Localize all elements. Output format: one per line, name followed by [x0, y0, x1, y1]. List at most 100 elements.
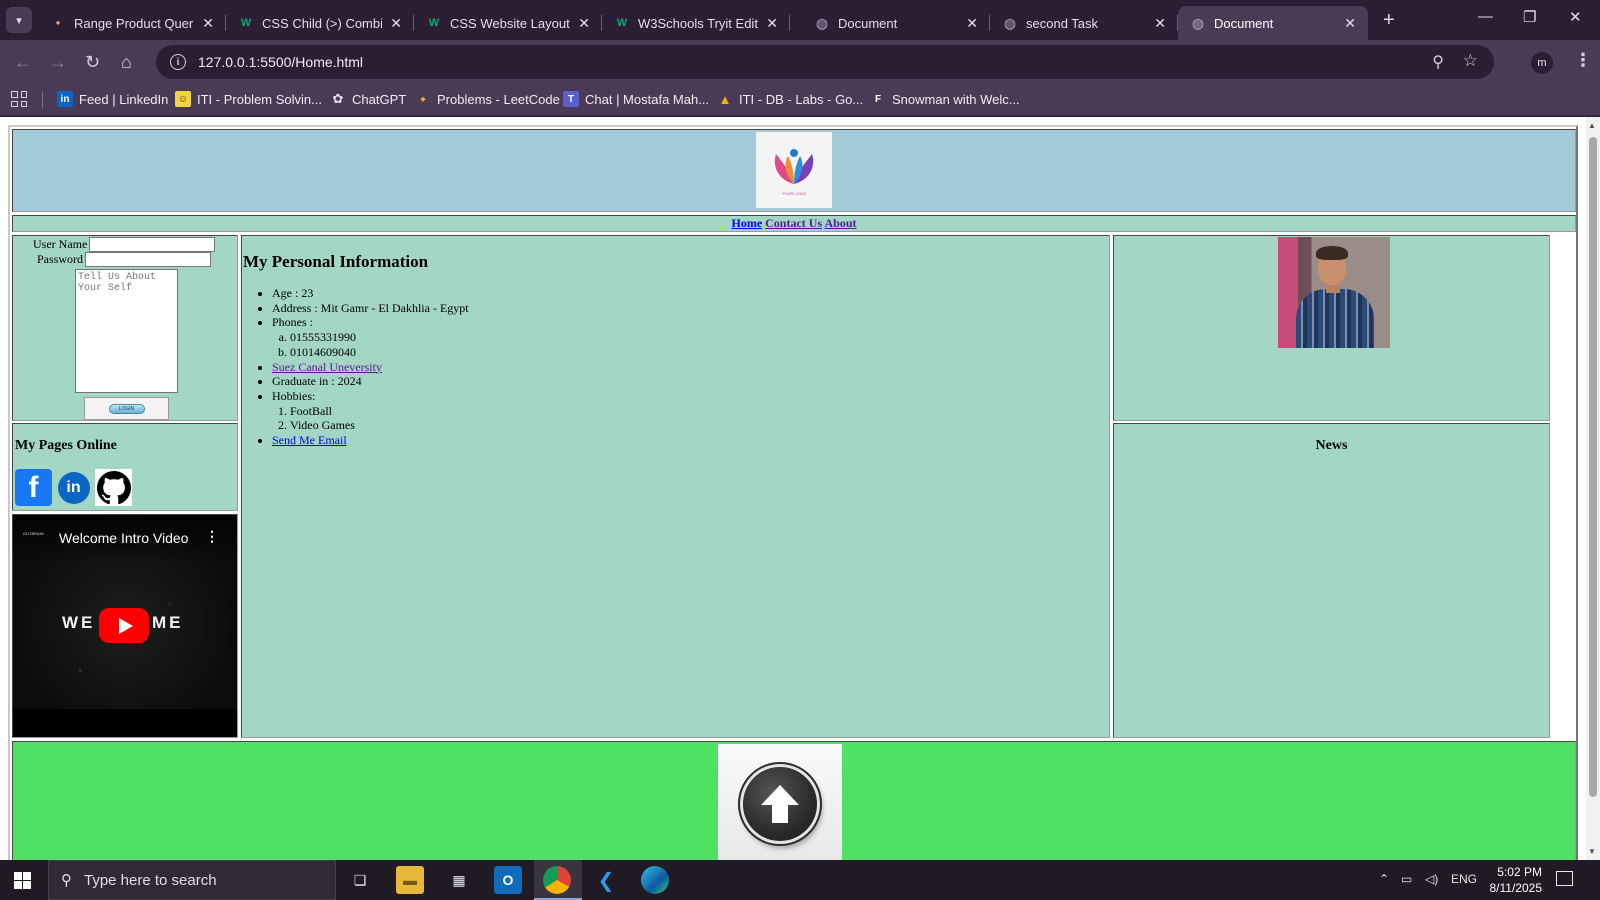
- video-title[interactable]: Welcome Intro Video: [59, 530, 188, 546]
- network-icon[interactable]: ▭: [1401, 872, 1412, 886]
- back-arrow-icon[interactable]: ←: [14, 52, 32, 73]
- search-placeholder: Type here to search: [84, 871, 217, 889]
- bookmark-item[interactable]: T Chat | Mostafa Mah...: [563, 91, 709, 107]
- nav-link-contact[interactable]: Contact Us: [765, 216, 822, 230]
- language-indicator[interactable]: ENG: [1451, 872, 1477, 886]
- browser-tab[interactable]: W W3Schools Tryit Editor ✕: [602, 6, 790, 40]
- site-info-icon[interactable]: i: [170, 54, 186, 70]
- facebook-icon[interactable]: f: [15, 469, 52, 506]
- more-options-icon[interactable]: ⋮: [205, 529, 219, 546]
- chatgpt-icon: ✿: [332, 91, 344, 106]
- window-close-icon[interactable]: ✕: [1569, 8, 1582, 26]
- bookmark-item[interactable]: F Snowman with Welc...: [870, 91, 1020, 107]
- username-input[interactable]: [89, 237, 216, 252]
- phones-item: Phones : 01555331990 01014609040: [272, 315, 469, 359]
- browser-tab-active[interactable]: ◍ Document ✕: [1178, 6, 1368, 40]
- arrow-up-icon: [738, 762, 822, 846]
- profile-photo: [1278, 237, 1390, 348]
- browser-tab[interactable]: W CSS Child (>) Combinator ✕: [226, 6, 414, 40]
- scroll-up-arrow-icon[interactable]: ▲: [1588, 121, 1596, 130]
- zoom-icon[interactable]: ⚲: [1432, 52, 1444, 72]
- home-icon[interactable]: ⌂: [121, 52, 132, 73]
- apps-grid-icon[interactable]: [11, 91, 27, 107]
- bookmarks-divider: [42, 92, 43, 108]
- hobby: Video Games: [290, 418, 469, 433]
- browser-tab[interactable]: ⬩ Range Product Queries ✕: [38, 6, 226, 40]
- w3schools-icon: W: [616, 17, 628, 29]
- page-scrollbar[interactable]: ▲ ▼: [1586, 117, 1600, 860]
- close-icon[interactable]: ✕: [390, 15, 402, 32]
- address-bar[interactable]: i 127.0.0.1:5500/Home.html ⚲ ☆: [156, 45, 1494, 79]
- close-icon[interactable]: ✕: [1154, 15, 1166, 32]
- logo-caption: YOUR LOGO: [781, 191, 807, 196]
- bookmark-label: ChatGPT: [352, 91, 407, 107]
- microsoft-store-icon[interactable]: ▦: [445, 866, 473, 894]
- leetcode-icon: ⬩: [420, 91, 426, 106]
- bookmark-star-icon[interactable]: ☆: [1463, 51, 1478, 71]
- close-icon[interactable]: ✕: [766, 15, 778, 32]
- nav-link-about[interactable]: About: [824, 216, 856, 230]
- password-input[interactable]: [85, 252, 212, 267]
- bookmark-label: ITI - Problem Solvin...: [197, 91, 322, 107]
- send-email-link[interactable]: Send Me Email: [272, 433, 347, 447]
- bookmark-item[interactable]: ⬩ Problems - LeetCode: [415, 91, 560, 107]
- new-tab-icon[interactable]: +: [1383, 9, 1395, 32]
- outlook-icon[interactable]: O: [494, 866, 522, 894]
- personal-info-heading: My Personal Information: [243, 252, 429, 271]
- bookmark-item[interactable]: ▲ ITI - DB - Labs - Go...: [717, 91, 864, 107]
- browser-menu-icon[interactable]: ⋮: [1574, 50, 1592, 71]
- close-icon[interactable]: ✕: [202, 15, 214, 32]
- tab-title: Range Product Queries: [74, 15, 194, 31]
- file-explorer-icon[interactable]: ▬: [396, 866, 424, 894]
- browser-toolbar: ← → ↻ ⌂ i 127.0.0.1:5500/Home.html ⚲ ☆ m…: [0, 40, 1600, 84]
- globe-icon: ◍: [1003, 14, 1017, 31]
- chevron-up-icon[interactable]: ⌃: [1379, 872, 1389, 886]
- windows-start-icon[interactable]: [14, 872, 31, 889]
- bookmark-item[interactable]: ✿ ChatGPT: [330, 91, 407, 107]
- forward-arrow-icon[interactable]: →: [49, 52, 67, 73]
- w3schools-icon: W: [428, 17, 440, 29]
- vscode-icon[interactable]: ❮: [592, 866, 620, 894]
- minimize-icon[interactable]: —: [1478, 8, 1493, 25]
- channel-avatar[interactable]: OUTBRAIN: [23, 531, 47, 543]
- intro-video-embed[interactable]: OUTBRAIN Welcome Intro Video ⋮ WE ME: [12, 514, 238, 738]
- bookmark-item[interactable]: ☺ ITI - Problem Solvin...: [175, 91, 322, 107]
- about-yourself-textarea[interactable]: [75, 269, 178, 393]
- personal-info-cell: My Personal Information Age : 23 Address…: [241, 235, 1110, 738]
- system-clock[interactable]: 5:02 PM 8/11/2025: [1478, 864, 1543, 896]
- task-view-icon[interactable]: ❏: [346, 866, 374, 894]
- login-button[interactable]: LOGIN: [84, 397, 169, 420]
- youtube-play-icon[interactable]: [99, 608, 149, 643]
- browser-tab[interactable]: W CSS Website Layout ✕: [414, 6, 602, 40]
- news-cell: News: [1113, 423, 1550, 738]
- back-to-top-button[interactable]: [718, 744, 842, 860]
- close-icon[interactable]: ✕: [578, 15, 590, 32]
- volume-icon[interactable]: ◁): [1425, 872, 1438, 886]
- scroll-down-arrow-icon[interactable]: ▼: [1588, 847, 1596, 856]
- nav-link-home[interactable]: Home: [731, 216, 762, 230]
- profile-avatar[interactable]: m: [1531, 52, 1553, 74]
- chrome-icon[interactable]: [543, 866, 571, 894]
- close-icon[interactable]: ✕: [1344, 15, 1356, 32]
- taskbar-search-box[interactable]: ⚲ Type here to search: [48, 860, 336, 900]
- reload-icon[interactable]: ↻: [85, 52, 100, 73]
- logo-figure-icon: [774, 149, 814, 184]
- close-icon[interactable]: ✕: [966, 15, 978, 32]
- notification-center-icon[interactable]: [1556, 871, 1573, 886]
- scrollbar-thumb[interactable]: [1589, 137, 1597, 797]
- username-label: User Name: [33, 237, 88, 251]
- personal-info-list: Age : 23 Address : Mit Gamr - El Dakhlia…: [272, 286, 469, 448]
- bookmark-item[interactable]: in Feed | LinkedIn: [57, 91, 168, 107]
- university-link[interactable]: Suez Canal Uneversity: [272, 360, 382, 374]
- email-item: Send Me Email: [272, 433, 469, 448]
- profile-photo-cell: [1113, 235, 1550, 421]
- linkedin-icon[interactable]: in: [55, 469, 92, 506]
- restore-icon[interactable]: ❐: [1523, 8, 1536, 26]
- browser-tab[interactable]: ◍ second Task ✕: [990, 6, 1178, 40]
- google-drive-icon: ▲: [718, 91, 732, 107]
- tab-search-button[interactable]: ▾: [6, 7, 32, 33]
- tab-title: Document: [838, 15, 898, 31]
- browser-tab[interactable]: ◍ Document ✕: [802, 6, 990, 40]
- edge-icon[interactable]: [641, 866, 669, 894]
- github-icon[interactable]: [95, 469, 132, 506]
